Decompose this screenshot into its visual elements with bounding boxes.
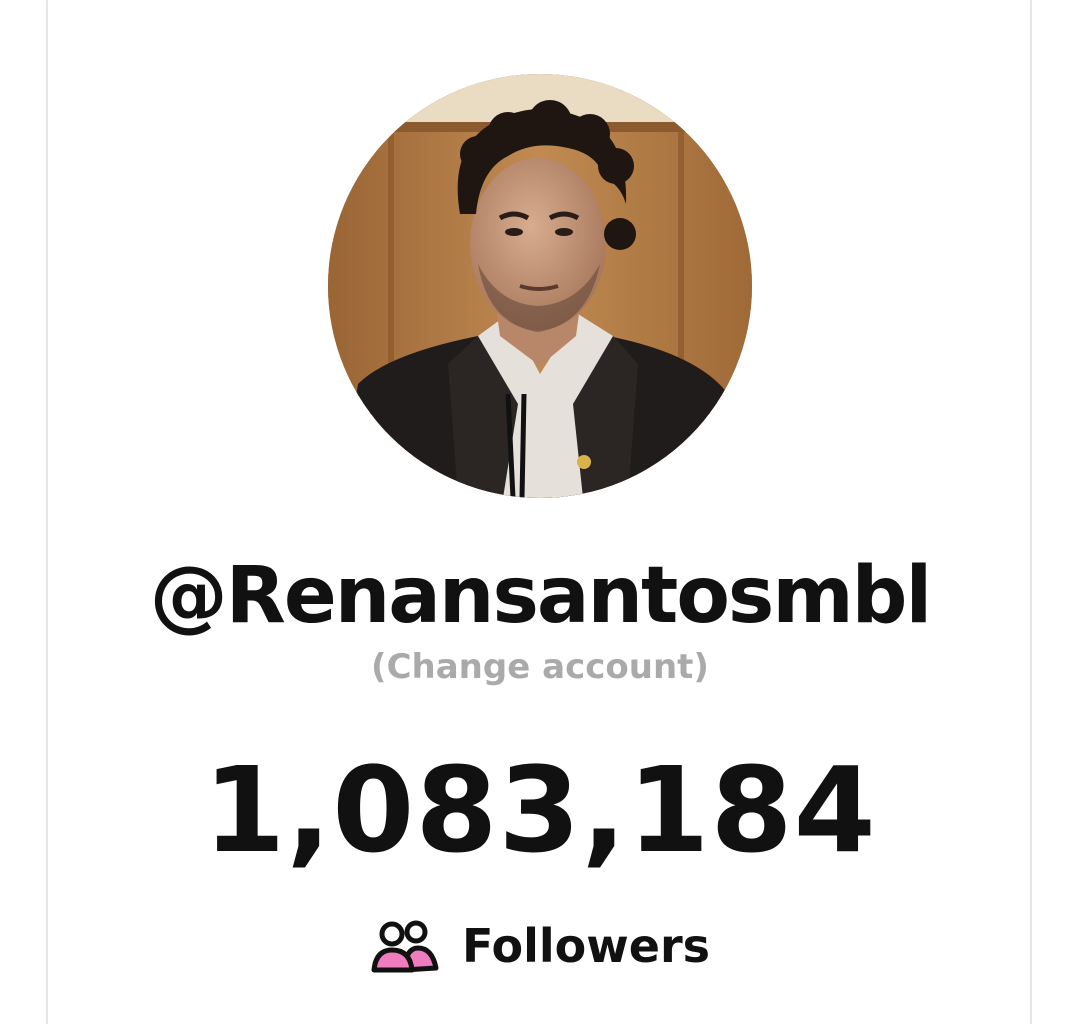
avatar-photo xyxy=(328,74,752,498)
change-account-link[interactable]: (Change account) xyxy=(0,644,1080,690)
followers-row: Followers xyxy=(0,914,1080,978)
avatar xyxy=(328,74,752,498)
followers-label: Followers xyxy=(461,919,711,973)
page: @Renansantosmbl (Change account) 1,083,1… xyxy=(0,0,1080,1024)
follower-count: 1,083,184 xyxy=(203,741,877,879)
profile-handle: @Renansantosmbl xyxy=(149,551,932,641)
users-icon xyxy=(371,920,439,973)
